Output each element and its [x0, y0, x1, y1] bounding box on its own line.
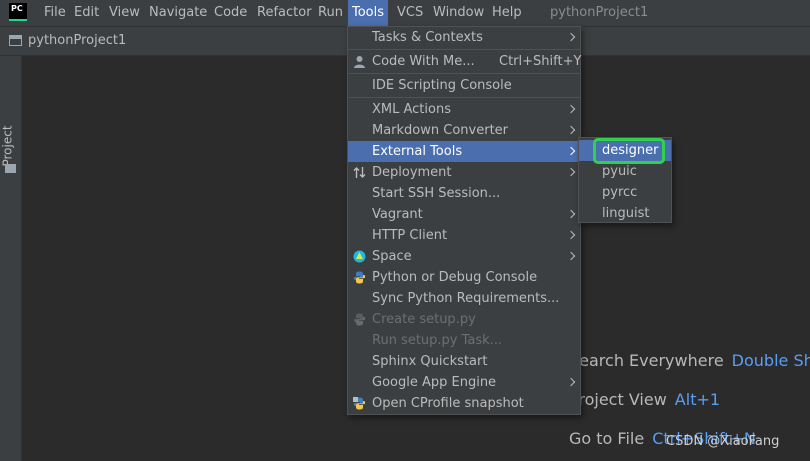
menu-item-vagrant[interactable]: Vagrant: [348, 204, 580, 225]
submenu-arrow-icon: [566, 230, 576, 240]
submenu-arrow-icon: [566, 104, 576, 114]
menu-item-external-tools[interactable]: External Tools: [348, 141, 580, 162]
menu-item-space[interactable]: Space: [348, 246, 580, 267]
submenu-item-linguist[interactable]: linguist: [579, 203, 671, 224]
menu-item-label: IDE Scripting Console: [372, 78, 512, 93]
separator: [348, 49, 580, 50]
submenu-arrow-icon: [566, 125, 576, 135]
menu-item-run-setup-py-task: Run setup.py Task...: [348, 330, 580, 351]
tools-dropdown-menu: Tasks & Contexts Code With Me... Ctrl+Sh…: [347, 26, 581, 415]
menu-item-label: XML Actions: [372, 102, 451, 117]
menu-item-tasks-contexts[interactable]: Tasks & Contexts: [348, 27, 580, 48]
menu-item-label: Python or Debug Console: [372, 270, 538, 285]
menu-item-label: Vagrant: [372, 207, 423, 222]
menu-item-xml-actions[interactable]: XML Actions: [348, 99, 580, 120]
menu-item-label: Start SSH Session...: [372, 186, 501, 201]
watermark: CSDN @XiaoFang: [666, 434, 780, 449]
submenu-arrow-icon: [566, 32, 576, 42]
menu-bar: PC File Edit View Navigate Code Refactor…: [0, 0, 810, 27]
menu-item-open-cprofile-snapshot[interactable]: Open CProfile snapshot: [348, 393, 580, 414]
menu-refactor[interactable]: Refactor: [253, 0, 316, 26]
submenu-item-pyuic[interactable]: pyuic: [579, 161, 671, 182]
menu-item-sphinx-quickstart[interactable]: Sphinx Quickstart: [348, 351, 580, 372]
external-tools-submenu: designer pyuic pyrcc linguist: [578, 137, 672, 223]
pycharm-logo-icon: PC: [9, 3, 27, 21]
menu-view[interactable]: View: [105, 0, 144, 26]
window-title: pythonProject1: [550, 5, 649, 20]
menu-file[interactable]: File: [40, 0, 70, 26]
menu-navigate[interactable]: Navigate: [145, 0, 211, 26]
menu-item-python-debug-console[interactable]: Python or Debug Console: [348, 267, 580, 288]
hint-project-view: Project View Alt+1: [569, 390, 720, 409]
submenu-item-label: pyrcc: [602, 185, 638, 200]
project-folder-icon: [9, 35, 22, 46]
menu-item-label: Create setup.py: [372, 312, 476, 327]
menu-item-create-setup-py: Create setup.py: [348, 309, 580, 330]
separator: [348, 97, 580, 98]
menu-tools[interactable]: Tools: [348, 0, 389, 26]
menu-item-label: Code With Me...: [372, 54, 475, 69]
menu-item-deployment[interactable]: Deployment: [348, 162, 580, 183]
menu-item-label: Tasks & Contexts: [372, 30, 483, 45]
deployment-icon: [353, 167, 366, 178]
submenu-arrow-icon: [566, 146, 576, 156]
menu-item-label: Sphinx Quickstart: [372, 354, 488, 369]
python-icon: [353, 313, 366, 326]
submenu-item-pyrcc[interactable]: pyrcc: [579, 182, 671, 203]
menu-item-label: HTTP Client: [372, 228, 448, 243]
menu-edit[interactable]: Edit: [70, 0, 103, 26]
menu-item-label: Deployment: [372, 165, 452, 180]
submenu-arrow-icon: [566, 377, 576, 387]
submenu-item-label: linguist: [602, 206, 650, 221]
submenu-arrow-icon: [566, 251, 576, 261]
folder-icon: [5, 164, 16, 173]
space-icon: [353, 250, 366, 263]
menu-item-google-app-engine[interactable]: Google App Engine: [348, 372, 580, 393]
user-icon: [354, 56, 365, 68]
hint-label: Project View: [569, 390, 667, 409]
menu-help[interactable]: Help: [488, 0, 526, 26]
menu-item-start-ssh-session[interactable]: Start SSH Session...: [348, 183, 580, 204]
python-icon: [353, 271, 366, 284]
hint-shortcut: Double Shift: [731, 351, 810, 370]
menu-item-http-client[interactable]: HTTP Client: [348, 225, 580, 246]
menu-item-label: Run setup.py Task...: [372, 333, 503, 348]
submenu-arrow-icon: [566, 167, 576, 177]
menu-item-markdown-converter[interactable]: Markdown Converter: [348, 120, 580, 141]
menu-item-shortcut: Ctrl+Shift+Y: [499, 54, 582, 69]
hint-label: Search Everywhere: [569, 351, 724, 370]
menu-item-label: Sync Python Requirements...: [372, 291, 560, 306]
menu-item-label: External Tools: [372, 144, 463, 159]
submenu-arrow-icon: [566, 209, 576, 219]
hint-label: Go to File: [569, 429, 645, 448]
menu-item-label: Space: [372, 249, 412, 264]
submenu-item-designer[interactable]: designer: [579, 138, 671, 164]
menu-item-label: Markdown Converter: [372, 123, 509, 138]
menu-item-code-with-me[interactable]: Code With Me... Ctrl+Shift+Y: [348, 51, 582, 72]
hint-search-everywhere: Search Everywhere Double Shift: [569, 351, 810, 370]
submenu-item-label: pyuic: [602, 164, 637, 179]
menu-run[interactable]: Run: [314, 0, 347, 26]
menu-item-label: Google App Engine: [372, 375, 497, 390]
hint-shortcut: Alt+1: [674, 390, 721, 409]
menu-window[interactable]: Window: [429, 0, 488, 26]
menu-code[interactable]: Code: [210, 0, 251, 26]
separator: [348, 73, 580, 74]
cprofile-icon: [353, 397, 366, 410]
left-tool-strip: Project: [0, 56, 22, 461]
menu-item-sync-python-requirements[interactable]: Sync Python Requirements...: [348, 288, 580, 309]
breadcrumb-project[interactable]: pythonProject1: [28, 27, 126, 55]
menu-item-ide-scripting-console[interactable]: IDE Scripting Console: [348, 75, 580, 96]
submenu-item-label: designer: [602, 143, 659, 158]
menu-item-label: Open CProfile snapshot: [372, 396, 524, 411]
menu-vcs[interactable]: VCS: [393, 0, 427, 26]
project-tab-label: Project: [0, 125, 15, 167]
